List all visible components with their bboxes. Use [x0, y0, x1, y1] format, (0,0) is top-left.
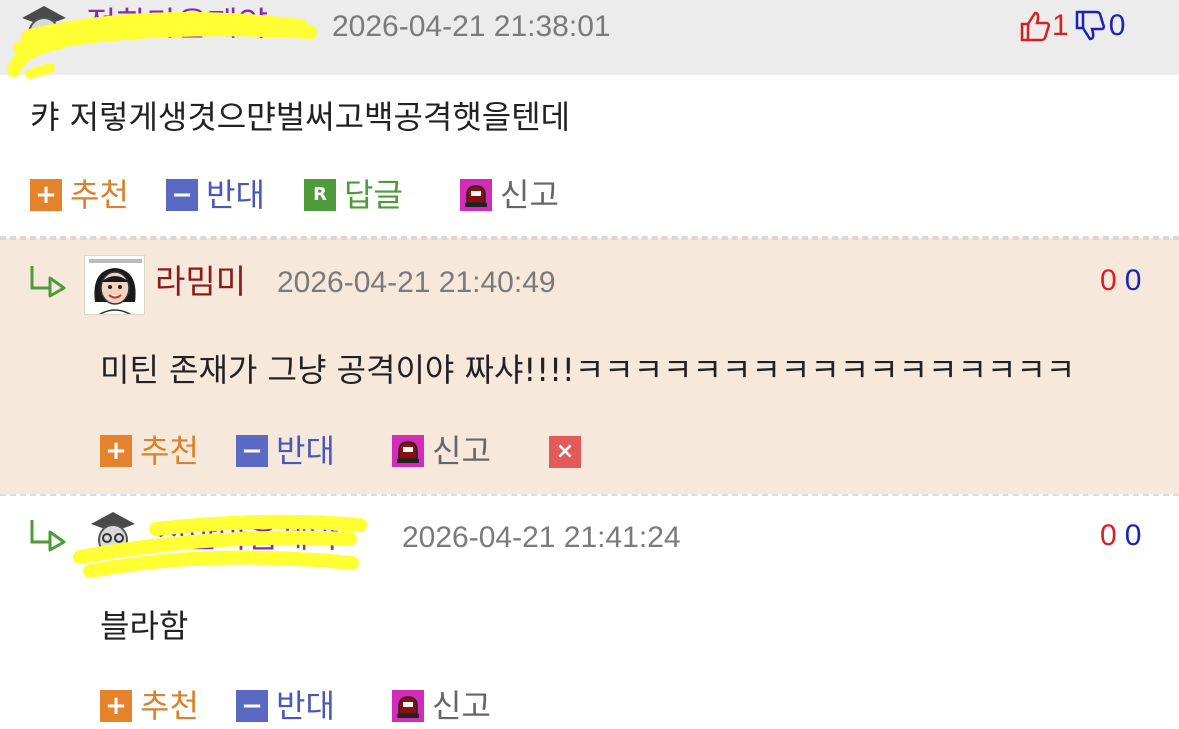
thumbs-down-icon[interactable]	[1073, 9, 1107, 43]
vote-summary: 0 0	[1100, 261, 1141, 301]
minus-icon: −	[166, 179, 198, 211]
siren-icon	[392, 690, 424, 722]
recommend-label: 추천	[140, 687, 199, 725]
delete-icon: ×	[549, 436, 581, 468]
divider	[0, 494, 1179, 496]
oppose-button[interactable]: − 반대	[236, 686, 335, 726]
minus-icon: −	[236, 435, 268, 467]
report-label: 신고	[432, 432, 491, 470]
plus-icon: +	[100, 435, 132, 467]
oppose-button[interactable]: − 반대	[236, 431, 335, 471]
reply-icon: R	[304, 179, 336, 211]
comment-nickname[interactable]: 정한마음제약	[157, 516, 339, 556]
comment-nickname[interactable]: 라밈미	[155, 262, 246, 302]
down-count[interactable]: 0	[1125, 264, 1142, 298]
up-count[interactable]: 0	[1100, 264, 1117, 298]
avatar-icon	[14, 0, 74, 58]
avatar-icon	[85, 256, 144, 314]
recommend-label: 추천	[140, 432, 199, 470]
comment-datetime: 2026-04-21 21:38:01	[332, 10, 611, 43]
comment-datetime: 2026-04-21 21:40:49	[277, 266, 556, 299]
avatar[interactable]	[84, 255, 145, 315]
oppose-label: 반대	[206, 176, 265, 214]
recommend-button[interactable]: + 추천	[100, 686, 199, 726]
oppose-label: 반대	[276, 687, 335, 725]
delete-button[interactable]: ×	[549, 436, 589, 468]
reply-arrow-icon	[30, 520, 66, 552]
comment-body: 캬 저렇게생겻으먄벌써고백공격햇을텐데	[30, 98, 571, 136]
oppose-label: 반대	[276, 432, 335, 470]
down-count[interactable]: 0	[1125, 519, 1142, 553]
reply-button[interactable]: R 답글	[304, 175, 403, 215]
thumbs-up-icon[interactable]	[1018, 9, 1052, 43]
comment-nickname[interactable]: 정한마음제약	[86, 4, 268, 44]
vote-summary: 1 0	[1018, 6, 1125, 46]
report-button[interactable]: 신고	[460, 175, 559, 215]
comment-datetime: 2026-04-21 21:41:24	[402, 521, 681, 554]
comment-body: 블라함	[100, 607, 189, 645]
siren-icon	[460, 179, 492, 211]
comment-body: 미틴 존재가 그냥 공격이야 짜샤!!!!ㅋㅋㅋㅋㅋㅋㅋㅋㅋㅋㅋㅋㅋㅋㅋㅋㅋ	[100, 351, 1076, 389]
report-label: 신고	[432, 687, 491, 725]
plus-icon: +	[30, 179, 62, 211]
minus-icon: −	[236, 690, 268, 722]
report-button[interactable]: 신고	[392, 686, 491, 726]
recommend-label: 추천	[70, 176, 129, 214]
up-count: 1	[1052, 9, 1069, 42]
avatar[interactable]	[85, 508, 141, 558]
plus-icon: +	[100, 690, 132, 722]
down-count: 0	[1108, 9, 1126, 42]
recommend-button[interactable]: + 추천	[100, 431, 199, 471]
recommend-button[interactable]: + 추천	[30, 175, 129, 215]
report-label: 신고	[500, 176, 559, 214]
avatar[interactable]	[14, 0, 74, 58]
avatar-icon	[85, 508, 141, 558]
siren-icon	[392, 435, 424, 467]
up-count[interactable]: 0	[1100, 519, 1117, 553]
oppose-button[interactable]: − 반대	[166, 175, 265, 215]
reply-arrow-icon	[30, 266, 66, 298]
vote-summary: 0 0	[1100, 516, 1141, 556]
reply-label: 답글	[344, 176, 403, 214]
report-button[interactable]: 신고	[392, 431, 491, 471]
